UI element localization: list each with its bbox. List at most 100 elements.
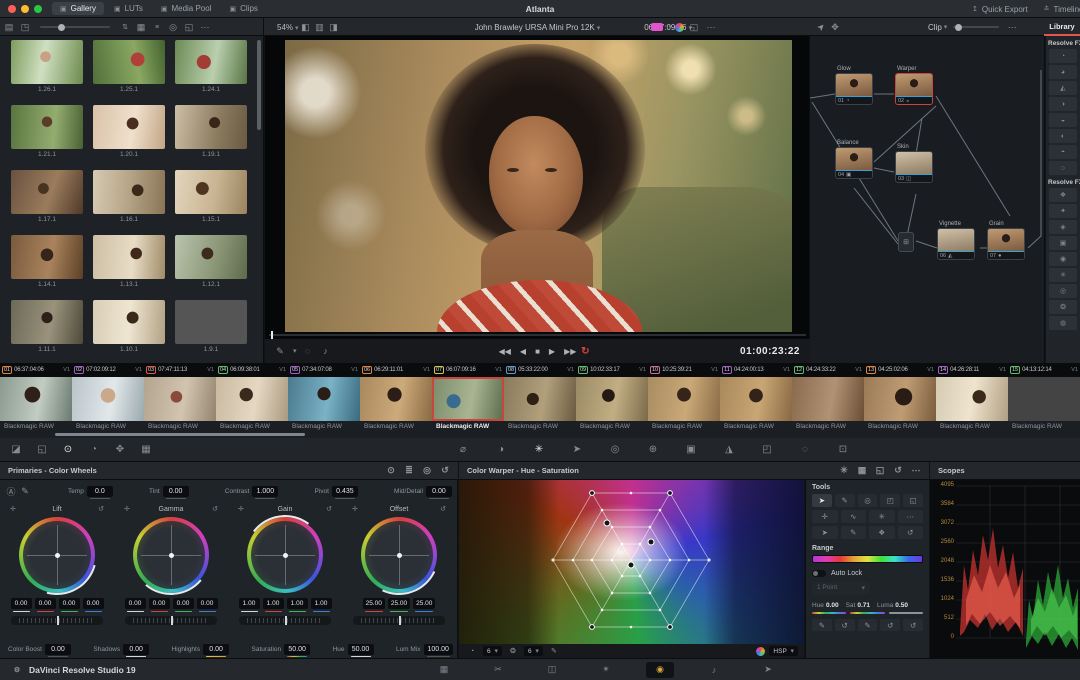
gallery-still[interactable]: 1.14.1 xyxy=(6,235,88,300)
sizing-icon[interactable]: ◮ xyxy=(721,444,737,455)
fx-disc-icon[interactable]: ◍ xyxy=(1049,316,1077,330)
timeline-clip[interactable]: 01 06:37:04:06 V1 Blackmagic RAW xyxy=(0,363,72,433)
stereo-icon[interactable]: ◰ xyxy=(759,444,775,455)
page-fusion[interactable]: ✴ xyxy=(592,662,620,678)
clip-thumbnail[interactable] xyxy=(144,377,216,421)
clip-thumbnail[interactable] xyxy=(792,377,864,421)
gallery-zoom-slider[interactable] xyxy=(40,26,110,28)
timeline-scrollbar[interactable] xyxy=(55,433,305,436)
viewer-scrub-bar[interactable] xyxy=(269,334,806,336)
page-media[interactable]: ▦ xyxy=(430,662,458,678)
still-thumbnail[interactable] xyxy=(93,300,165,344)
hdr-wheels-icon[interactable]: ◔ xyxy=(86,444,102,455)
last-frame-button[interactable]: ▶▶ xyxy=(564,347,576,356)
tracker-icon[interactable]: ➤ xyxy=(569,444,585,455)
wheels-mode-icon[interactable]: ⊙ xyxy=(386,464,396,478)
annotation-tool-icon[interactable]: ✎ xyxy=(273,344,287,358)
auto-balance-icon[interactable]: Ⓐ xyxy=(4,484,18,498)
sat-rings-icon[interactable]: ❂ xyxy=(506,644,520,658)
gallery-still[interactable]: 1.13.1 xyxy=(88,235,170,300)
hue-edit-icon[interactable]: ✎ xyxy=(812,619,832,631)
still-thumbnail[interactable] xyxy=(11,300,83,344)
node-skin[interactable]: Skin 03◫ xyxy=(895,144,933,152)
node-view-select[interactable]: Clip▾ xyxy=(928,23,947,32)
still-thumbnail[interactable] xyxy=(175,170,247,214)
grab-still-icon[interactable]: ◳ xyxy=(18,20,32,34)
footer-adjustment[interactable]: Hue 50.00 xyxy=(333,644,374,655)
close-window-button[interactable] xyxy=(8,5,16,13)
bars-mode-icon[interactable]: ≣ xyxy=(404,464,414,478)
gallery-still[interactable]: 1.17.1 xyxy=(6,170,88,235)
viewer-image[interactable] xyxy=(285,40,792,332)
gallery-scrollbar[interactable] xyxy=(257,40,261,130)
luma-reset-icon[interactable]: ↺ xyxy=(903,619,923,631)
gallery-still[interactable]: 1.20.1 xyxy=(88,105,170,170)
fx-glow-icon[interactable]: ◐ xyxy=(1049,129,1077,143)
wheel-option-icon[interactable]: ✛ xyxy=(10,505,16,513)
panel-toggle-tab[interactable]: ▣Media Pool xyxy=(153,2,220,15)
wheel-indicator[interactable] xyxy=(169,553,174,558)
still-thumbnail[interactable] xyxy=(93,235,165,279)
value-field[interactable]: 1.000 xyxy=(252,486,278,497)
wheel-option-icon[interactable]: ✛ xyxy=(352,505,358,513)
timeline-clip[interactable]: 06 06:29:11:01 V1 Blackmagic RAW xyxy=(360,363,432,433)
timeline-clip[interactable]: 08 05:33:22:00 V1 Blackmagic RAW xyxy=(504,363,576,433)
timeline-clip[interactable]: 07 06:07:09:16 V1 Blackmagic RAW xyxy=(432,363,504,433)
warper-grid-icon[interactable]: ▦ xyxy=(857,464,867,478)
zoom-window-button[interactable] xyxy=(34,5,42,13)
value-field[interactable]: 0.00 xyxy=(203,644,229,655)
clip-thumbnail[interactable] xyxy=(432,377,504,421)
timeline-clip[interactable]: 14 04:26:28:11 V1 Blackmagic RAW xyxy=(936,363,1008,433)
undo-icon[interactable]: ↺ xyxy=(898,526,924,539)
list-view-icon[interactable]: ≡ xyxy=(150,20,164,34)
clip-thumbnail[interactable] xyxy=(864,377,936,421)
node-grain[interactable]: Grain 07● xyxy=(987,221,1025,260)
clip-thumbnail[interactable] xyxy=(576,377,648,421)
wheel-master-dial[interactable] xyxy=(11,616,103,625)
fx-burst-icon[interactable]: ❂ xyxy=(1049,300,1077,314)
timeline-clip[interactable]: 11 04:24:00:13 V1 Blackmagic RAW xyxy=(720,363,792,433)
curves-icon[interactable]: ⌀ xyxy=(455,444,471,455)
grid-view-icon[interactable]: ▦ xyxy=(134,20,148,34)
panel-toggle-tab[interactable]: ▣LUTs xyxy=(106,2,151,15)
stills-icon[interactable]: ▤ xyxy=(2,20,16,34)
fx-mist-icon[interactable]: ◑ xyxy=(1049,97,1077,111)
node-zoom-slider[interactable] xyxy=(953,26,999,28)
wheel-option-icon[interactable]: ✛ xyxy=(238,505,244,513)
wheel-circle[interactable] xyxy=(19,517,95,593)
timeline-clip[interactable]: 03 07:47:11:13 V1 Blackmagic RAW xyxy=(144,363,216,433)
fx-chroma-icon[interactable]: ◈ xyxy=(1049,220,1077,234)
value-field[interactable]: 50.00 xyxy=(348,644,374,655)
sat-reset-icon[interactable]: ↺ xyxy=(880,619,900,631)
pane-right-icon[interactable]: ◨ xyxy=(327,20,341,34)
pull-sat-icon[interactable]: ∿ xyxy=(841,510,867,523)
draw-icon[interactable]: ✎ xyxy=(547,644,561,658)
node-vignette[interactable]: Vignette 06◭ xyxy=(937,221,975,229)
gallery-still[interactable]: 1.26.1 xyxy=(6,40,88,105)
still-thumbnail[interactable] xyxy=(175,40,247,84)
pane-split-icon[interactable]: ▥ xyxy=(313,20,327,34)
value-field[interactable]: 50.00 xyxy=(284,644,310,655)
sat-rings-select[interactable]: 6 ▾ xyxy=(524,646,543,656)
select-tool-icon[interactable]: ➤ xyxy=(812,494,832,507)
wheel-circle[interactable] xyxy=(361,517,437,593)
magic-mask-icon[interactable]: ◎ xyxy=(607,444,623,455)
play-button[interactable]: ▶ xyxy=(549,347,555,356)
hue-range-bar[interactable] xyxy=(812,555,923,563)
node-glow[interactable]: Glow 01◔ xyxy=(835,66,873,105)
wheel-reset-icon[interactable]: ↺ xyxy=(326,505,332,513)
flag-icon[interactable] xyxy=(651,23,663,31)
lasso-tool-icon[interactable]: ◌ xyxy=(301,344,315,358)
value-field[interactable]: 0.435 xyxy=(332,486,358,497)
wheel-reset-icon[interactable]: ↺ xyxy=(440,505,446,513)
clip-thumbnail[interactable] xyxy=(504,377,576,421)
gallery-still[interactable]: 1.19.1 xyxy=(170,105,252,170)
clip-name-dropdown[interactable]: John Brawley URSA Mini Pro 12K▾ xyxy=(475,23,601,32)
fx-star-icon[interactable]: ✳ xyxy=(1049,268,1077,282)
auto-lock-toggle[interactable] xyxy=(812,570,826,577)
value-field[interactable]: 0.0 xyxy=(87,486,113,497)
clip-thumbnail[interactable] xyxy=(0,377,72,421)
wheel-indicator[interactable] xyxy=(55,553,60,558)
still-thumbnail[interactable] xyxy=(11,235,83,279)
color-warper-canvas[interactable] xyxy=(459,480,804,644)
